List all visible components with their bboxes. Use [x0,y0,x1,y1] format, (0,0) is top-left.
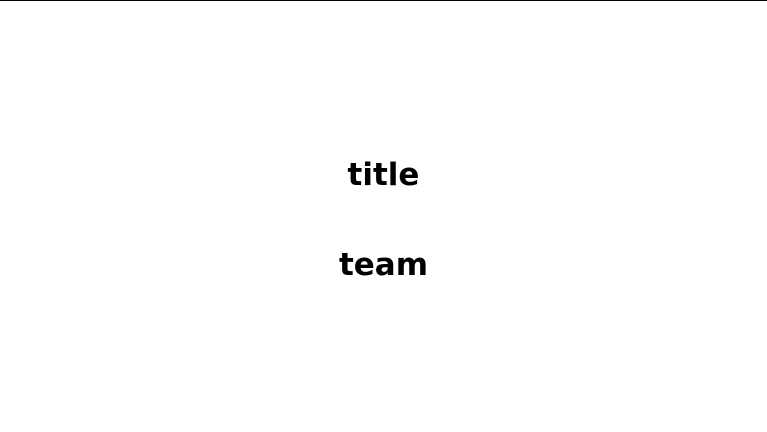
slide-title: title [347,157,420,193]
slide-canvas: title team [0,0,767,432]
slide-subtitle: team [338,247,429,283]
top-divider [0,0,767,1]
